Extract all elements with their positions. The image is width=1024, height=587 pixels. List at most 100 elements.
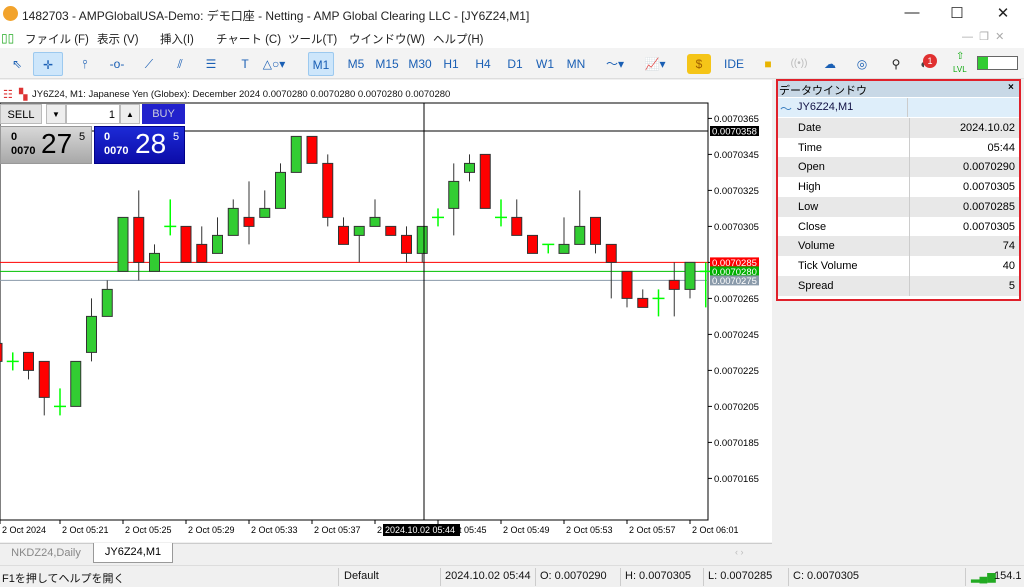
row-label: Volume <box>798 240 835 253</box>
row-label: Tick Volume <box>798 259 858 272</box>
text-icon[interactable]: T <box>233 52 257 76</box>
y-tick-label: 0.0070305 <box>714 222 759 233</box>
y-tick-label: 0.0070225 <box>714 366 759 377</box>
fibonacci-icon[interactable]: ☰ <box>199 52 223 76</box>
status-high: H: 0.0070305 <box>625 570 692 582</box>
candle <box>164 199 177 236</box>
shapes-icon[interactable]: △○▾ <box>262 52 286 76</box>
data-window-header: データウインドウ × <box>778 81 1019 97</box>
volume-input[interactable]: 1 <box>66 104 120 124</box>
horizontal-line-icon[interactable]: -o- <box>105 52 129 76</box>
profile-name[interactable]: Default <box>344 570 379 582</box>
candle <box>196 226 208 263</box>
menu-help[interactable]: ヘルプ(H) <box>433 31 483 47</box>
signals-icon[interactable]: ((•)) <box>787 52 811 76</box>
sell-button[interactable]: SELL <box>0 104 42 124</box>
bid-big-digits: 27 <box>41 128 73 159</box>
candle-body <box>322 162 334 218</box>
candle <box>86 298 97 362</box>
candle <box>621 270 633 308</box>
menu-chart[interactable]: チャート (C) <box>216 31 281 47</box>
vertical-line-icon[interactable]: ⫯ <box>73 52 97 76</box>
ask-price-button[interactable]: 0 0070 28 5 <box>94 126 185 164</box>
candle-body <box>385 225 397 236</box>
tab-jy6z24-m1[interactable]: JY6Z24,M1 <box>93 543 173 563</box>
tab-scroll-arrows[interactable]: ‹ › <box>735 547 744 557</box>
data-window: データウインドウ × 〜 JY6Z24,M1 Date 2024.10.02 Tim… <box>776 79 1021 301</box>
cloud-icon[interactable]: ☁ <box>818 52 842 76</box>
candle <box>212 217 223 254</box>
menu-tools[interactable]: ツール(T) <box>288 31 337 47</box>
timeframe-m30[interactable]: M30 <box>405 52 435 76</box>
candle <box>401 226 412 263</box>
timeframe-m1[interactable]: M1 <box>308 52 334 76</box>
trendline-icon[interactable]: ⟋ <box>137 52 161 76</box>
timeframe-m5[interactable]: M5 <box>343 52 369 76</box>
crosshair-price-label: 0.0070358 <box>712 127 757 138</box>
ping-value[interactable]: 154.1 <box>994 570 1022 582</box>
tab-nkdz24-daily[interactable]: NKDZ24,Daily <box>0 544 92 563</box>
candle <box>558 217 570 254</box>
timeframe-mn[interactable]: MN <box>563 52 589 76</box>
candle <box>275 163 286 209</box>
minimize-button[interactable]: — <box>897 4 927 24</box>
app-logo-icon <box>3 6 18 21</box>
vps-icon[interactable]: ◎ <box>850 52 874 76</box>
candle <box>243 181 255 245</box>
ask-big-digits: 28 <box>135 128 167 159</box>
close-button[interactable]: ✕ <box>988 4 1018 24</box>
candle <box>70 360 82 407</box>
lvl-label: LVL <box>953 65 967 74</box>
search-icon[interactable]: ⚲ <box>884 52 908 76</box>
candle <box>353 225 365 263</box>
y-tick-label: 0.0070265 <box>714 294 759 305</box>
candle <box>652 289 665 317</box>
menu-view[interactable]: 表示 (V) <box>97 31 139 47</box>
x-tick-label: 2 Oct 05:25 <box>125 525 172 535</box>
candle <box>149 244 160 272</box>
row-value: 40 <box>1002 259 1015 272</box>
timeframe-w1[interactable]: W1 <box>532 52 558 76</box>
indicators-icon[interactable]: 📈▾ <box>643 52 667 76</box>
bid-price-label: 0.0070275 <box>712 276 757 287</box>
crosshair-time-label: 2024.10.02 05:44 <box>385 525 455 535</box>
chart-tabs: NKDZ24,Daily JY6Z24,M1 ‹ › <box>0 543 772 563</box>
menu-file[interactable]: ファイル (F) <box>25 31 89 47</box>
ide-button[interactable]: IDE <box>722 52 746 76</box>
y-tick-label: 0.0070325 <box>714 186 759 197</box>
window-title: 1482703 - AMPGlobalUSA-Demo: デモ口座 - Nett… <box>22 9 530 23</box>
child-window-controls[interactable]: — ❐ ✕ <box>962 30 1004 43</box>
crosshair-icon[interactable]: ✛ <box>33 52 63 76</box>
cursor-icon[interactable]: ⇖ <box>5 52 29 76</box>
volume-decrease-button[interactable]: ▼ <box>46 104 66 124</box>
candle-body <box>227 207 239 236</box>
market-bag-icon[interactable]: ■ <box>756 52 780 76</box>
row-value: 0.0070285 <box>963 200 1015 213</box>
close-icon[interactable]: × <box>1008 82 1014 93</box>
candle-body <box>511 216 523 236</box>
volume-increase-button[interactable]: ▲ <box>120 104 140 124</box>
candle-body <box>212 234 223 254</box>
chart-type-icon[interactable]: 〜▾ <box>603 52 627 76</box>
channel-icon[interactable]: ⫽ <box>168 52 192 76</box>
menu-insert[interactable]: 挿入(I) <box>160 31 194 47</box>
bid-price-button[interactable]: 0 0070 27 5 <box>0 126 92 164</box>
row-value: 0.0070290 <box>963 161 1015 174</box>
candle-body <box>558 243 570 254</box>
menu-window[interactable]: ウインドウ(W) <box>349 31 425 47</box>
candle <box>133 190 145 281</box>
timeframe-h4[interactable]: H4 <box>470 52 496 76</box>
candle <box>38 360 50 416</box>
timeframe-m15[interactable]: M15 <box>372 52 402 76</box>
x-tick-label: 2 Oct 2024 <box>2 525 46 535</box>
data-window-row: High 0.0070305 <box>778 177 1019 198</box>
timeframe-h1[interactable]: H1 <box>438 52 464 76</box>
x-tick-label: 2 Oct 05:21 <box>62 525 109 535</box>
row-label: Low <box>798 200 819 213</box>
buy-button[interactable]: BUY <box>142 104 185 124</box>
candle-body <box>353 225 365 236</box>
maximize-button[interactable]: ☐ <box>942 4 972 24</box>
candle <box>6 352 19 371</box>
dollar-icon[interactable]: $ <box>687 54 711 74</box>
timeframe-d1[interactable]: D1 <box>502 52 528 76</box>
